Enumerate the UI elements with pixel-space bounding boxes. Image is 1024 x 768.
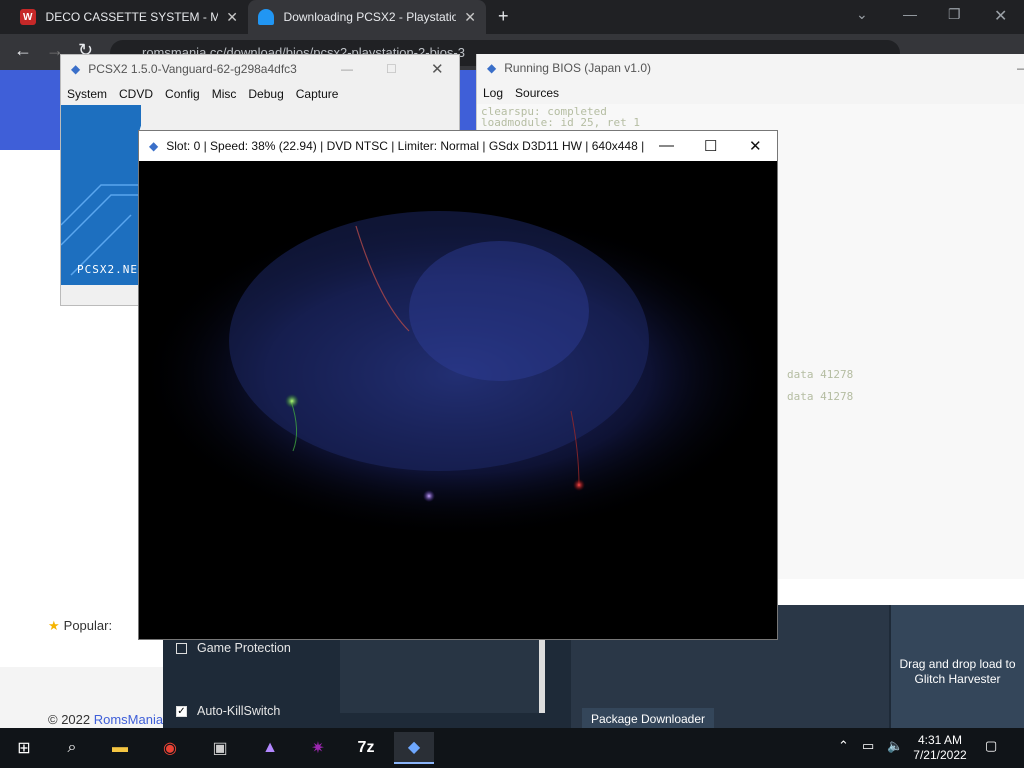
maximize-icon[interactable]: ☐ — [704, 137, 717, 155]
pcsx2-title: PCSX2 1.5.0-Vanguard-62-g298a4dfc3 — [88, 62, 297, 76]
close-icon[interactable]: ✕ — [431, 60, 444, 78]
browser-tab-strip: W DECO CASSETTE SYSTEM - MAME ✕ Download… — [0, 0, 1024, 34]
pcsx2-logo-icon: ◆ — [149, 139, 159, 153]
chevron-up-icon[interactable]: ⌃ — [838, 738, 849, 754]
menu-debug[interactable]: Debug — [242, 87, 289, 101]
checkbox-icon[interactable] — [176, 642, 187, 654]
star-icon: ★ — [48, 618, 60, 633]
notifications-icon[interactable]: ▢ — [985, 738, 997, 754]
popular-text: Popular: — [63, 618, 113, 633]
menu-capture[interactable]: Capture — [290, 87, 345, 101]
date: 7/21/2022 — [913, 748, 967, 762]
menu-sources[interactable]: Sources — [509, 86, 565, 100]
copyright-text: © 2022 — [48, 712, 94, 727]
game-render-area[interactable] — [139, 161, 777, 639]
pcsx2-menubar: System CDVD Config Misc Debug Capture — [61, 83, 459, 105]
tab-search-icon[interactable]: ⌄ — [856, 6, 868, 23]
log-titlebar[interactable]: ◆ Running BIOS (Japan v1.0) — — [477, 54, 1024, 82]
browser-tab-deco[interactable]: W DECO CASSETTE SYSTEM - MAME ✕ — [10, 0, 248, 34]
package-downloader-button[interactable]: Package Downloader — [582, 708, 714, 728]
close-window-icon[interactable]: ✕ — [994, 6, 1007, 26]
gs-title: Slot: 0 | Speed: 38% (22.94) | DVD NTSC … — [166, 139, 647, 153]
menu-config[interactable]: Config — [159, 87, 206, 101]
copyright-link[interactable]: RomsMania — [94, 712, 163, 727]
close-tab-icon[interactable]: ✕ — [464, 9, 476, 26]
app-icon[interactable]: ▲ — [250, 732, 290, 764]
volume-icon[interactable]: 🔈 — [887, 738, 903, 754]
clock[interactable]: 4:31 AM 7/21/2022 — [905, 733, 975, 763]
maximize-icon[interactable]: ☐ — [386, 62, 397, 76]
circuit-graphic — [60, 113, 183, 276]
menu-log[interactable]: Log — [477, 86, 509, 100]
minimize-icon[interactable]: — — [341, 62, 353, 76]
pcsx2-logo-icon: ◆ — [487, 61, 497, 75]
drop-zone[interactable]: Drag and drop load to Glitch Harvester — [891, 605, 1024, 728]
pcsx2-taskbar-icon[interactable]: ◆ — [394, 732, 434, 764]
minimize-icon[interactable]: — — [903, 6, 917, 22]
pcsx2-titlebar[interactable]: ◆ PCSX2 1.5.0-Vanguard-62-g298a4dfc3 — ☐… — [61, 55, 459, 83]
log-line: loadmodule: id 25, ret 1 — [481, 116, 640, 129]
ghost-icon — [258, 9, 274, 25]
tab-title: DECO CASSETTE SYSTEM - MAME — [45, 10, 219, 24]
checkbox-label: Auto-KillSwitch — [197, 704, 281, 718]
auto-killswitch-checkbox[interactable]: ✓ Auto-KillSwitch — [176, 704, 280, 718]
copyright: © 2022 RomsMania — [48, 712, 163, 727]
pcsx2-banner-text: PCSX2.NET — [77, 263, 146, 276]
log-title: Running BIOS (Japan v1.0) — [504, 61, 651, 75]
close-tab-icon[interactable]: ✕ — [226, 9, 238, 26]
back-icon[interactable]: ← — [14, 40, 32, 61]
app-icon[interactable]: ▣ — [200, 732, 240, 764]
new-tab-icon[interactable]: + — [498, 6, 509, 27]
log-line: data 41278 — [787, 368, 854, 381]
search-icon[interactable]: ⌕ — [52, 732, 92, 764]
chrome-icon[interactable]: ◉ — [150, 732, 190, 764]
app-icon[interactable]: ✷ — [298, 732, 338, 764]
log-line: data 41278 — [787, 390, 854, 403]
menu-misc[interactable]: Misc — [206, 87, 243, 101]
wikipedia-w-icon: W — [20, 9, 36, 25]
pcsx2-banner-image — [60, 105, 183, 285]
restore-icon[interactable]: ❐ — [948, 6, 961, 23]
game-protection-checkbox[interactable]: Game Protection — [176, 641, 291, 655]
gs-titlebar[interactable]: ◆ Slot: 0 | Speed: 38% (22.94) | DVD NTS… — [139, 131, 777, 161]
windows-start-icon[interactable]: ⊞ — [4, 732, 44, 764]
checkbox-label: Game Protection — [197, 641, 291, 655]
time: 4:31 AM — [917, 733, 963, 747]
close-icon[interactable]: ✕ — [749, 137, 762, 155]
7zip-icon[interactable]: 7z — [346, 732, 386, 764]
file-explorer-icon[interactable]: ▬ — [100, 732, 140, 764]
minimize-icon[interactable]: — — [659, 137, 674, 154]
menu-system[interactable]: System — [61, 87, 113, 101]
browser-tab-pcsx2[interactable]: Downloading PCSX2 - Playstation ✕ — [248, 0, 486, 34]
popular-label: ★ Popular: — [48, 618, 112, 634]
network-icon[interactable]: ▭ — [862, 738, 874, 754]
bios-animation — [139, 161, 777, 639]
log-menubar: Log Sources — [477, 82, 1024, 104]
checkmark-icon[interactable]: ✓ — [176, 705, 187, 717]
close-icon[interactable]: — — [1017, 61, 1024, 75]
gs-game-window[interactable]: ◆ Slot: 0 | Speed: 38% (22.94) | DVD NTS… — [138, 130, 778, 640]
tab-title: Downloading PCSX2 - Playstation — [283, 10, 457, 24]
menu-cdvd[interactable]: CDVD — [113, 87, 159, 101]
pcsx2-logo-icon: ◆ — [71, 62, 81, 76]
windows-taskbar: ⊞ ⌕ ▬ ◉ ▣ ▲ ✷ 7z ◆ ⌃ ▭ 🔈 4:31 AM 7/21/20… — [0, 728, 1024, 768]
